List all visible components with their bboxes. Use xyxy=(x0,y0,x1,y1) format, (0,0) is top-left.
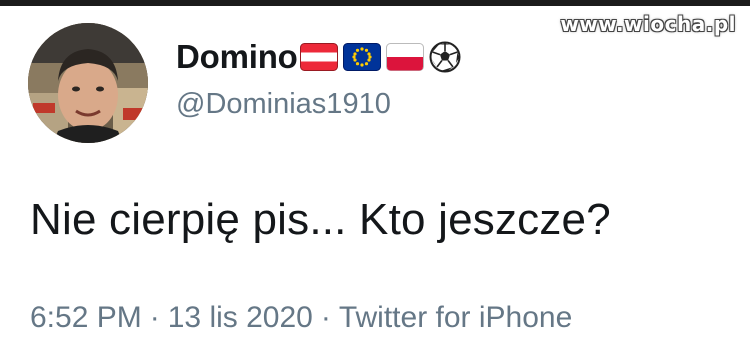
top-dark-strip xyxy=(0,0,750,6)
eu-flag-icon xyxy=(342,43,381,71)
display-name[interactable]: Domino xyxy=(176,35,461,79)
tweet-meta: 6:52 PM · 13 lis 2020 · Twitter for iPhone xyxy=(30,301,572,335)
meta-separator: · xyxy=(320,301,331,334)
user-handle[interactable]: @Dominias1910 xyxy=(176,88,391,121)
tweet-date[interactable]: 13 lis 2020 xyxy=(168,301,313,334)
tweet-client[interactable]: Twitter for iPhone xyxy=(339,301,572,334)
watermark: www.wiocha.pl xyxy=(560,12,736,36)
tweet-text: Nie cierpię pis... Kto jeszcze? xyxy=(30,195,611,244)
tweet-time[interactable]: 6:52 PM xyxy=(30,301,142,334)
avatar[interactable] xyxy=(28,23,148,143)
austria-flag-icon xyxy=(299,43,338,71)
soccer-ball-icon xyxy=(429,41,461,73)
meta-separator: · xyxy=(149,301,160,334)
avatar-photo xyxy=(28,23,148,143)
display-name-text: Domino xyxy=(176,38,298,75)
name-emojis xyxy=(299,41,461,73)
poland-flag-icon xyxy=(385,43,424,71)
